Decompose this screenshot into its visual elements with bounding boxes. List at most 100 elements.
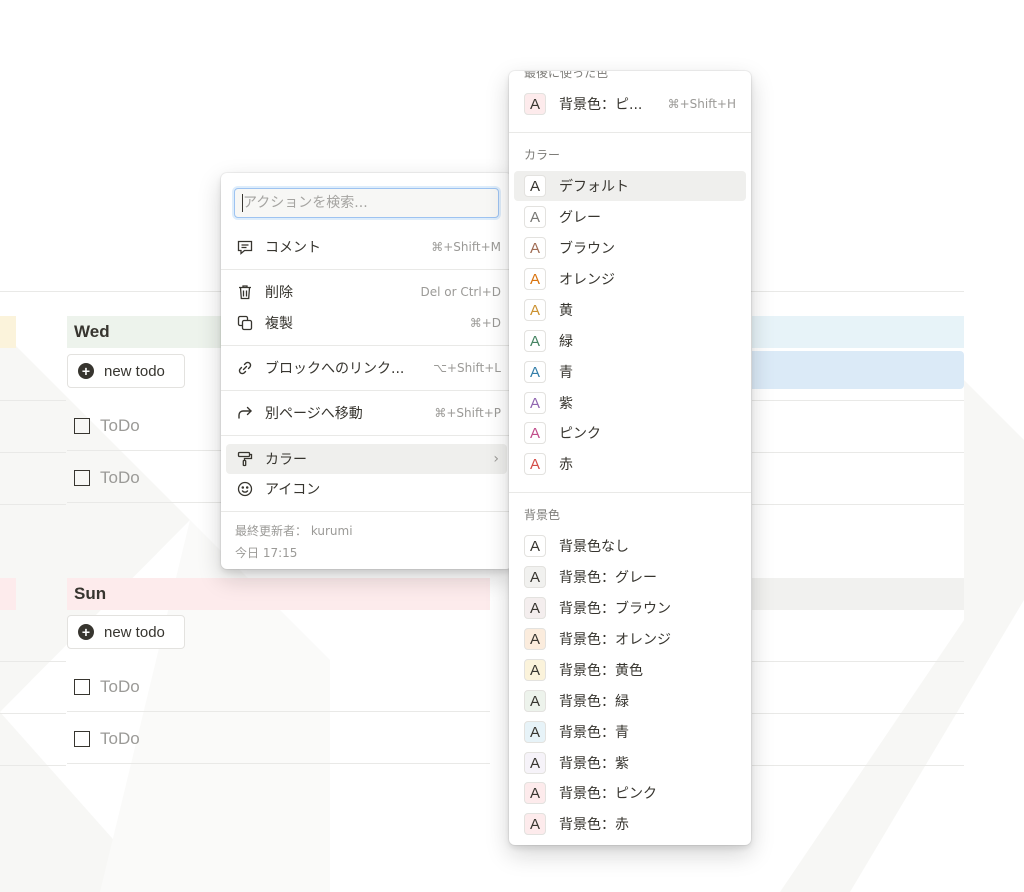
- menu-item-icon[interactable]: アイコン: [226, 475, 507, 503]
- color-label: 黄: [559, 303, 573, 319]
- checkbox[interactable]: [74, 730, 90, 747]
- bg-color-item-purple[interactable]: A 背景色：紫: [514, 748, 746, 778]
- menu-divider: [221, 435, 512, 436]
- bg-color-item-pink[interactable]: A 背景色：ピンク: [514, 778, 746, 808]
- row-divider: [752, 400, 964, 401]
- row-divider: [0, 765, 66, 766]
- menu-divider: [221, 269, 512, 270]
- color-label: 背景色：ブラウン: [559, 601, 671, 617]
- todo-item[interactable]: ToDo: [67, 662, 490, 712]
- menu-item-shortcut: Del or Ctrl+D: [420, 285, 501, 299]
- color-label: 背景色：グレー: [559, 570, 657, 586]
- link-icon: [235, 358, 255, 378]
- menu-item-shortcut: ⌘+Shift+P: [434, 406, 501, 420]
- color-item-default[interactable]: A デフォルト: [514, 171, 746, 201]
- move-to-icon: [235, 403, 255, 423]
- color-item-red[interactable]: A 赤: [514, 449, 746, 479]
- row-divider: [752, 504, 964, 505]
- plus-circle-icon: +: [78, 363, 94, 379]
- color-swatch: A: [524, 690, 546, 712]
- color-swatch: A: [524, 175, 546, 197]
- bg-color-item-none[interactable]: A 背景色なし: [514, 531, 746, 561]
- menu-item-label: 別ページへ移動: [265, 406, 363, 422]
- bg-color-item-blue[interactable]: A 背景色：青: [514, 717, 746, 747]
- chevron-right-icon: ›: [493, 451, 499, 467]
- color-label: ピンク: [559, 426, 601, 442]
- recent-color-item[interactable]: A 背景色：ピ... ⌘+Shift+H: [514, 89, 746, 119]
- color-swatch: A: [524, 566, 546, 588]
- menu-divider: [509, 132, 751, 133]
- color-item-brown[interactable]: A ブラウン: [514, 233, 746, 263]
- row-divider: [0, 713, 66, 714]
- todo-item[interactable]: ToDo: [67, 714, 490, 764]
- row-divider: [0, 400, 66, 401]
- color-swatch: A: [524, 93, 546, 115]
- color-label: オレンジ: [559, 272, 615, 288]
- block-action-menu: コメント ⌘+Shift+M 削除 Del or Ctrl+D 複製 ⌘+D ブ…: [221, 173, 512, 569]
- trash-icon: [235, 282, 255, 302]
- checkbox[interactable]: [74, 678, 90, 695]
- new-todo-button[interactable]: + new todo: [67, 615, 185, 649]
- color-label: デフォルト: [559, 179, 629, 195]
- checkbox[interactable]: [74, 469, 90, 486]
- menu-item-move-to[interactable]: 別ページへ移動 ⌘+Shift+P: [226, 399, 507, 427]
- column-title: Sun: [74, 584, 107, 603]
- bg-color-item-gray[interactable]: A 背景色：グレー: [514, 562, 746, 592]
- color-item-gray[interactable]: A グレー: [514, 202, 746, 232]
- todo-text: ToDo: [100, 415, 140, 435]
- menu-item-link-to-block[interactable]: ブロックへのリンク... ⌥+Shift+L: [226, 354, 507, 382]
- bg-color-item-orange[interactable]: A 背景色：オレンジ: [514, 624, 746, 654]
- menu-item-duplicate[interactable]: 複製 ⌘+D: [226, 309, 507, 337]
- bg-color-item-yellow[interactable]: A 背景色：黄色: [514, 655, 746, 685]
- color-swatch: A: [524, 721, 546, 743]
- todo-item[interactable]: ToDo: [67, 453, 227, 503]
- background-colors-label: 背景色: [524, 508, 561, 522]
- todo-text: ToDo: [100, 467, 140, 487]
- new-todo-button[interactable]: + new todo: [67, 354, 185, 388]
- right-column-selected-strip: [752, 351, 964, 389]
- color-swatch: A: [524, 752, 546, 774]
- todo-text: ToDo: [100, 676, 140, 696]
- color-item-yellow[interactable]: A 黄: [514, 295, 746, 325]
- color-label: 背景色：ピンク: [559, 786, 657, 802]
- row-divider: [752, 452, 964, 453]
- color-swatch: A: [524, 659, 546, 681]
- comment-icon: [235, 237, 255, 257]
- checkbox[interactable]: [74, 417, 90, 434]
- row-divider: [752, 713, 964, 714]
- color-item-pink[interactable]: A ピンク: [514, 418, 746, 448]
- menu-item-delete[interactable]: 削除 Del or Ctrl+D: [226, 278, 507, 306]
- menu-divider: [509, 492, 751, 493]
- column-header-wed[interactable]: Wed: [67, 316, 227, 348]
- color-swatch: A: [524, 453, 546, 475]
- color-label: 背景色：紫: [559, 756, 629, 772]
- color-swatch: A: [524, 330, 546, 352]
- color-swatch: A: [524, 392, 546, 414]
- action-search-input[interactable]: [234, 188, 499, 218]
- menu-item-comment[interactable]: コメント ⌘+Shift+M: [226, 233, 507, 261]
- column-title: Wed: [74, 322, 110, 341]
- last-edited-time: 今日 17:15: [235, 546, 298, 560]
- color-item-green[interactable]: A 緑: [514, 326, 746, 356]
- row-divider: [752, 661, 964, 662]
- todo-item[interactable]: ToDo: [67, 401, 227, 451]
- bg-color-item-green[interactable]: A 背景色：緑: [514, 686, 746, 716]
- color-swatch: A: [524, 597, 546, 619]
- color-swatch: A: [524, 237, 546, 259]
- color-item-purple[interactable]: A 紫: [514, 388, 746, 418]
- row-divider: [0, 661, 66, 662]
- row-divider: [0, 504, 66, 505]
- row-divider: [752, 765, 964, 766]
- menu-item-color[interactable]: カラー ›: [226, 444, 507, 474]
- color-label: 背景色：オレンジ: [559, 632, 671, 648]
- color-swatch: A: [524, 268, 546, 290]
- menu-item-label: コメント: [265, 240, 321, 256]
- column-header-sun[interactable]: Sun: [67, 578, 490, 610]
- color-item-orange[interactable]: A オレンジ: [514, 264, 746, 294]
- bg-color-item-brown[interactable]: A 背景色：ブラウン: [514, 593, 746, 623]
- bg-color-item-red[interactable]: A 背景色：赤: [514, 809, 746, 839]
- color-label: 背景色：青: [559, 725, 629, 741]
- left-column-header-strip: [0, 316, 16, 348]
- color-item-blue[interactable]: A 青: [514, 357, 746, 387]
- color-swatch: A: [524, 299, 546, 321]
